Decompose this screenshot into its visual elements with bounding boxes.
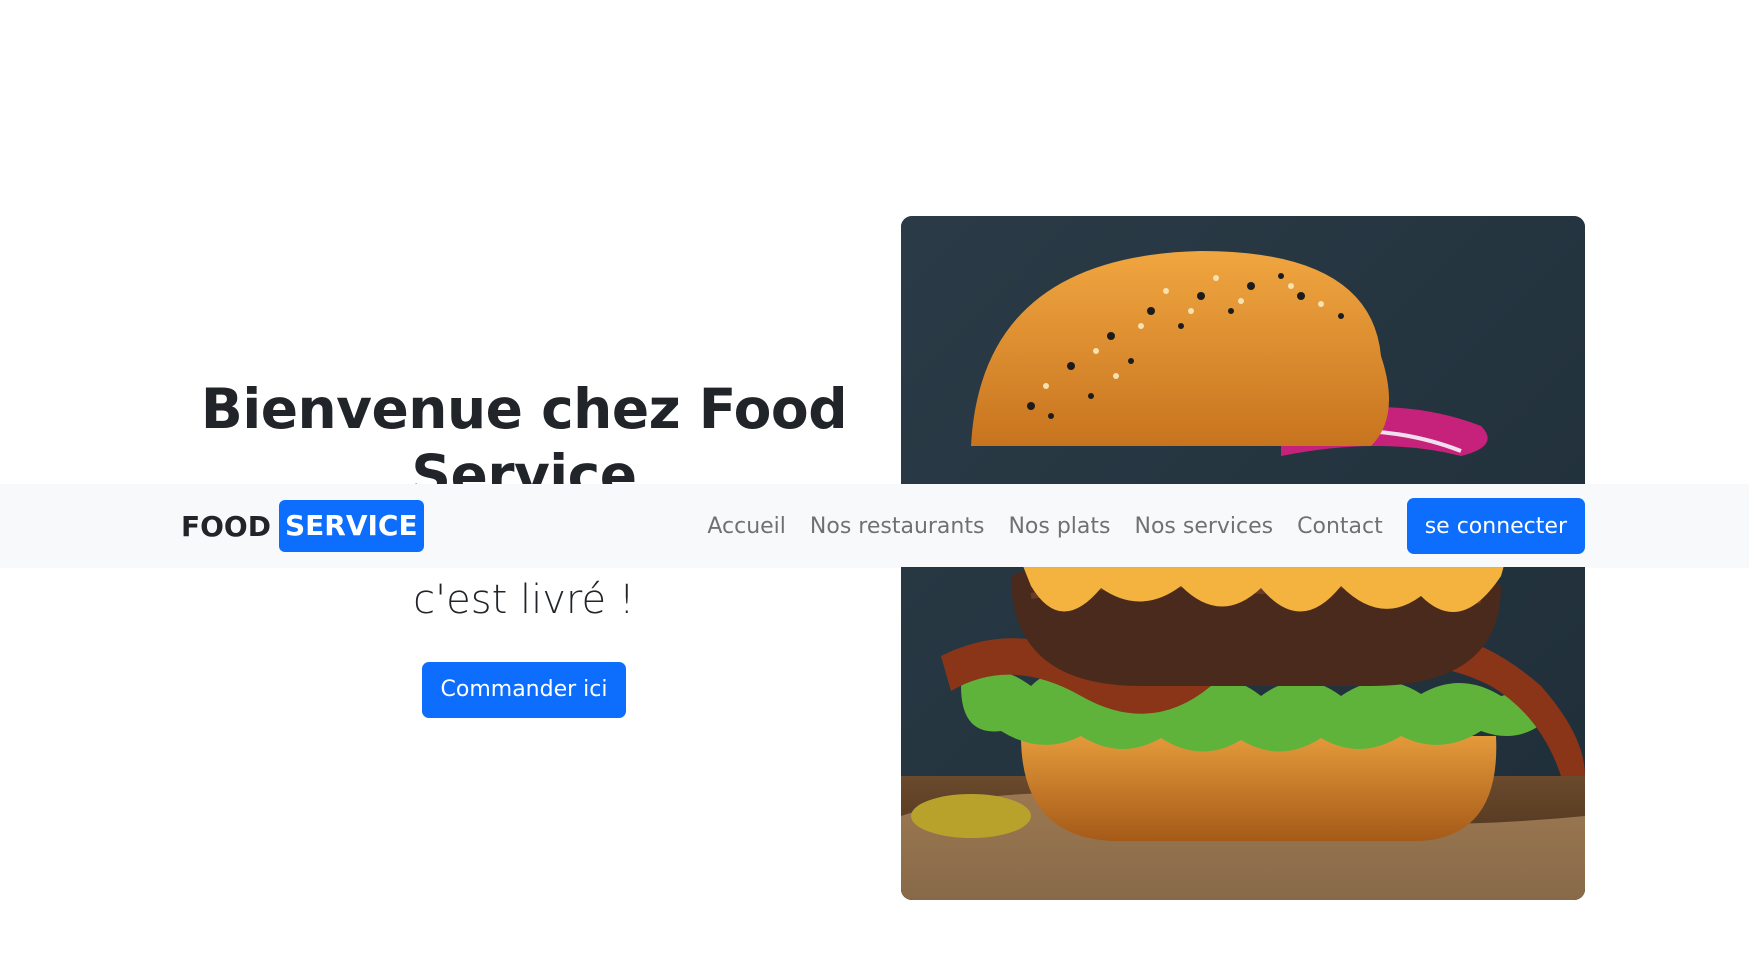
nav-link-plats[interactable]: Nos plats — [1008, 514, 1110, 539]
nav-link-contact[interactable]: Contact — [1297, 514, 1383, 539]
navbar: FOOD SERVICE Accueil Nos restaurants Nos… — [0, 484, 1749, 567]
brand-logo[interactable]: FOOD SERVICE — [181, 500, 424, 552]
order-button[interactable]: Commander ici — [421, 662, 627, 718]
page: Bienvenue chez Food Service Tu commandes… — [0, 0, 1749, 965]
nav-links: Accueil Nos restaurants Nos plats Nos se… — [683, 498, 1585, 554]
brand-food: FOOD — [181, 509, 271, 543]
brand-service: SERVICE — [278, 500, 424, 552]
nav-link-accueil[interactable]: Accueil — [707, 514, 786, 539]
nav-link-restaurants[interactable]: Nos restaurants — [810, 514, 985, 539]
login-button[interactable]: se connecter — [1406, 498, 1585, 554]
nav-link-services[interactable]: Nos services — [1134, 514, 1273, 539]
